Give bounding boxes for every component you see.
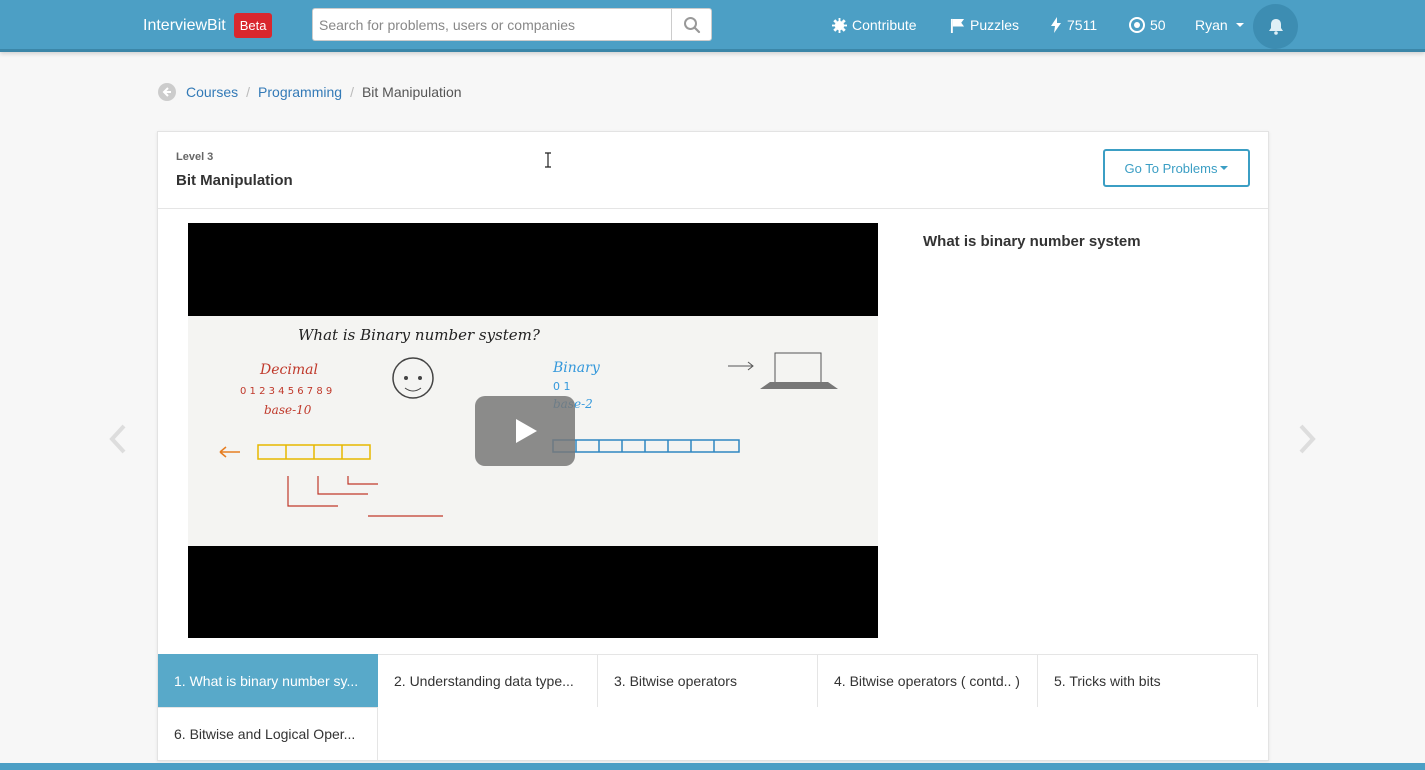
play-icon <box>516 419 537 443</box>
lightning-icon <box>1051 17 1061 33</box>
course-title: Bit Manipulation <box>176 172 293 189</box>
bell-icon <box>1268 19 1283 35</box>
previous-arrow-icon[interactable] <box>108 424 128 454</box>
beta-badge: Beta <box>233 13 273 38</box>
footer-bar <box>0 763 1425 770</box>
lesson-tab-3[interactable]: 3. Bitwise operators <box>598 654 818 707</box>
user-name[interactable]: Ryan <box>1195 17 1228 33</box>
back-arrow-icon[interactable] <box>158 83 176 101</box>
search-bar <box>312 8 712 41</box>
lesson-tab-4[interactable]: 4. Bitwise operators ( contd.. ) <box>818 654 1038 707</box>
video-heading: What is Binary number system? <box>298 326 541 344</box>
gear-badge-icon <box>832 17 847 33</box>
lesson-tab-6[interactable]: 6. Bitwise and Logical Oper... <box>158 707 378 760</box>
puzzles-label[interactable]: Puzzles <box>970 17 1019 33</box>
play-button[interactable] <box>475 396 575 466</box>
video-decimal-digits: 0 1 2 3 4 5 6 7 8 9 <box>240 386 332 397</box>
go-to-problems-button[interactable]: Go To Problems <box>1103 149 1250 187</box>
target-icon <box>1129 17 1145 33</box>
breadcrumb-separator: / <box>350 84 354 100</box>
contribute-link[interactable]: Contribute <box>832 17 917 33</box>
search-input[interactable] <box>312 8 671 41</box>
points-value: 7511 <box>1067 17 1098 33</box>
flag-icon <box>950 18 965 33</box>
video-binary-digits: 0 1 <box>553 380 571 393</box>
breadcrumb-separator: / <box>246 84 251 100</box>
user-menu[interactable]: Ryan <box>1195 17 1244 33</box>
next-arrow-icon[interactable] <box>1297 424 1317 454</box>
lesson-title: What is binary number system <box>923 233 1141 250</box>
video-decimal: Decimal <box>259 362 318 378</box>
notifications-button[interactable] <box>1253 4 1298 49</box>
level-label: Level 3 <box>176 151 214 163</box>
video-player[interactable]: What is Binary number system? Decimal 0 … <box>188 223 878 638</box>
coins-value: 50 <box>1150 17 1166 33</box>
brand-logo[interactable]: InterviewBit Beta <box>143 13 273 38</box>
chevron-down-icon <box>1235 23 1244 27</box>
brand-name[interactable]: InterviewBit <box>143 17 226 35</box>
card-header: Level 3 Bit Manipulation Go To Problems <box>158 132 1268 209</box>
video-binary: Binary <box>552 360 601 376</box>
points-counter[interactable]: 7511 <box>1050 17 1097 33</box>
lesson-tab-5[interactable]: 5. Tricks with bits <box>1038 654 1258 707</box>
breadcrumb: Courses / Programming / Bit Manipulation <box>158 83 462 101</box>
search-icon <box>683 16 700 33</box>
top-navbar: InterviewBit Beta Contribute Puzzles 751… <box>0 0 1425 52</box>
puzzles-link[interactable]: Puzzles <box>950 17 1019 33</box>
breadcrumb-current: Bit Manipulation <box>361 84 462 100</box>
go-to-problems-label[interactable]: Go To Problems <box>1125 161 1218 176</box>
text-cursor-icon <box>545 152 551 168</box>
coins-counter[interactable]: 50 <box>1129 17 1166 33</box>
chevron-down-icon <box>1220 166 1229 170</box>
video-base10: base-10 <box>264 403 312 417</box>
lesson-tab-1[interactable]: 1. What is binary number sy... <box>158 654 378 707</box>
breadcrumb-programming[interactable]: Programming <box>258 84 342 100</box>
lesson-tab-2[interactable]: 2. Understanding data type... <box>378 654 598 707</box>
search-button[interactable] <box>671 8 712 41</box>
breadcrumb-courses[interactable]: Courses <box>186 84 238 100</box>
contribute-label[interactable]: Contribute <box>852 17 917 33</box>
course-card: Level 3 Bit Manipulation Go To Problems … <box>157 131 1269 761</box>
